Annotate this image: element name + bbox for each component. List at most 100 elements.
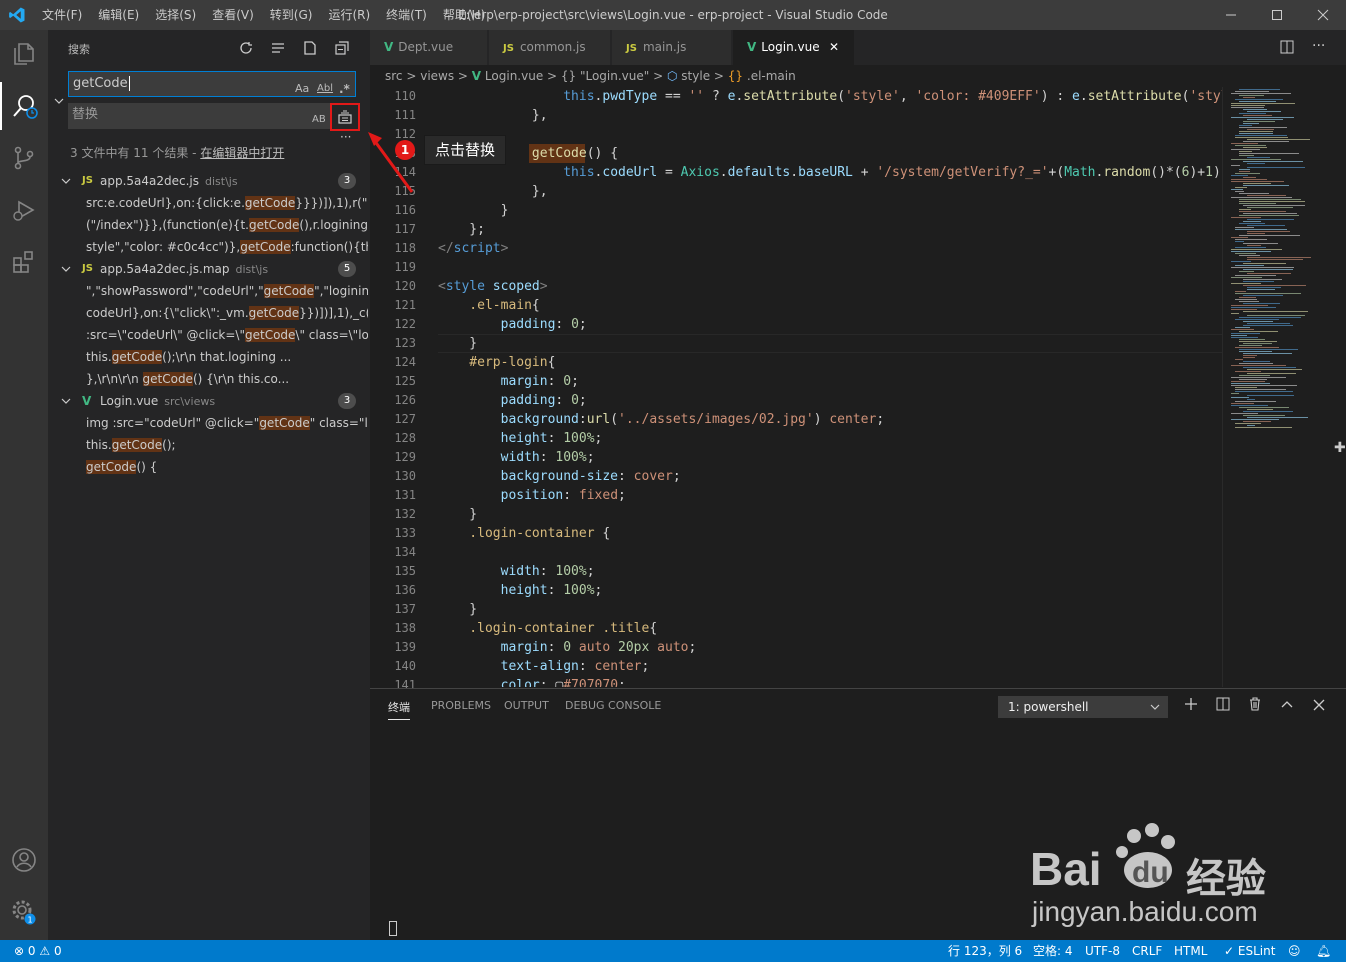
terminal-select[interactable]: 1: powershell bbox=[998, 696, 1168, 718]
match-line[interactable]: this.getCode();\r\n that.logining ... bbox=[86, 346, 368, 368]
breadcrumb-object[interactable]: {} "Login.vue" bbox=[561, 69, 649, 83]
match-line[interactable]: ("/index")}},(function(e){t.getCode(),r.… bbox=[86, 214, 368, 236]
match-line[interactable]: getCode() { bbox=[86, 456, 368, 478]
minimap-line bbox=[1235, 319, 1279, 320]
split-editor-icon[interactable] bbox=[1280, 40, 1294, 54]
result-file[interactable]: V Login.vue src\views 3 bbox=[48, 390, 370, 412]
minimap-line bbox=[1243, 269, 1293, 270]
minimap-line bbox=[1239, 199, 1301, 200]
account-icon[interactable] bbox=[0, 836, 48, 884]
more-options-icon[interactable]: ··· bbox=[340, 130, 351, 144]
settings-gear-icon[interactable]: 1 bbox=[0, 888, 48, 936]
maximize-panel-icon[interactable] bbox=[1280, 698, 1294, 710]
minimap[interactable] bbox=[1222, 87, 1346, 687]
search-input[interactable]: getCode Aa Abl .* bbox=[68, 71, 356, 97]
menu-view[interactable]: 查看(V) bbox=[204, 0, 262, 30]
menu-selection[interactable]: 选择(S) bbox=[147, 0, 204, 30]
panel-tab-terminal[interactable]: 终端 bbox=[388, 699, 410, 720]
close-tab-icon[interactable]: ✕ bbox=[829, 30, 839, 65]
code-editor[interactable]: this.pwdType == '' ? e.setAttribute('sty… bbox=[438, 87, 1222, 687]
menu-run[interactable]: 运行(R) bbox=[320, 0, 378, 30]
match-line[interactable]: ","showPassword","codeUrl","getCode","lo… bbox=[86, 280, 368, 302]
minimap-line bbox=[1247, 369, 1302, 370]
match-line[interactable]: :src=\"codeUrl\" @click=\"getCode\" clas… bbox=[86, 324, 368, 346]
menu-file[interactable]: 文件(F) bbox=[34, 0, 90, 30]
minimap-line bbox=[1243, 415, 1285, 416]
replace-input[interactable]: 替换 AB bbox=[68, 103, 330, 129]
tab-main-js[interactable]: JS main.js bbox=[612, 30, 732, 65]
baidu-watermark: Bai du 经验 jingyan.baidu.com bbox=[1030, 820, 1330, 940]
match-whole-word-icon[interactable]: Abl bbox=[317, 77, 333, 101]
replace-all-button[interactable] bbox=[330, 103, 360, 131]
check-icon: ✓ bbox=[1224, 944, 1235, 958]
breadcrumb-selector[interactable]: .el-main bbox=[747, 69, 796, 83]
problems-status[interactable]: ⊗ 0 ⚠ 0 bbox=[14, 940, 62, 962]
language-status[interactable]: HTML bbox=[1174, 940, 1207, 962]
explorer-icon[interactable] bbox=[0, 30, 48, 78]
minimap-line bbox=[1243, 367, 1296, 368]
indentation-status[interactable]: 空格: 4 bbox=[1033, 940, 1073, 962]
open-in-editor-link[interactable]: 在编辑器中打开 bbox=[200, 146, 284, 160]
tab-dept-vue[interactable]: V Dept.vue bbox=[370, 30, 488, 65]
result-file[interactable]: JS app.5a4a2dec.js dist\js 3 bbox=[48, 170, 370, 192]
eol-status[interactable]: CRLF bbox=[1132, 940, 1162, 962]
feedback-icon[interactable]: ☺ bbox=[1288, 940, 1301, 962]
panel-tab-output[interactable]: OUTPUT bbox=[504, 699, 549, 712]
chevron-down-icon bbox=[61, 398, 71, 404]
selector-icon: {} bbox=[727, 69, 744, 83]
notifications-bell-icon[interactable]: 🔔︎ bbox=[1316, 940, 1331, 962]
run-debug-icon[interactable] bbox=[0, 186, 48, 234]
extensions-icon[interactable] bbox=[0, 238, 48, 286]
more-actions-icon[interactable]: ··· bbox=[1312, 38, 1325, 54]
line-number: 128 bbox=[394, 431, 416, 445]
minimap-line bbox=[1243, 281, 1274, 282]
match-line[interactable]: src:e.codeUrl},on:{click:e.getCode}}})])… bbox=[86, 192, 368, 214]
collapse-all-icon[interactable] bbox=[332, 38, 352, 58]
code-line: padding: 0; bbox=[438, 393, 587, 408]
line-number: 132 bbox=[394, 507, 416, 521]
new-search-editor-icon[interactable] bbox=[300, 38, 320, 58]
match-line[interactable]: },\r\n\r\n getCode() {\r\n this.co... bbox=[86, 368, 368, 390]
maximize-button[interactable] bbox=[1254, 0, 1300, 30]
match-line[interactable]: style","color: #c0c4cc")},getCode:functi… bbox=[86, 236, 368, 258]
minimize-button[interactable] bbox=[1208, 0, 1254, 30]
breadcrumb-style[interactable]: style bbox=[681, 69, 710, 83]
preserve-case-icon[interactable]: AB bbox=[312, 108, 326, 132]
menu-go[interactable]: 转到(G) bbox=[262, 0, 321, 30]
close-panel-icon[interactable] bbox=[1313, 699, 1325, 711]
search-icon[interactable] bbox=[0, 82, 48, 130]
clear-results-icon[interactable] bbox=[268, 38, 288, 58]
tab-login-vue[interactable]: V Login.vue ✕ bbox=[733, 30, 855, 65]
eslint-status[interactable]: ✓ ESLint bbox=[1224, 940, 1275, 962]
minimap-line bbox=[1235, 239, 1267, 240]
match-line[interactable]: img :src="codeUrl" @click="getCode" clas… bbox=[86, 412, 368, 434]
breadcrumb-file[interactable]: Login.vue bbox=[485, 69, 543, 83]
minimap-line bbox=[1239, 151, 1252, 152]
menu-help[interactable]: 帮助(H) bbox=[435, 0, 493, 30]
minimap-line bbox=[1231, 249, 1282, 250]
trash-icon[interactable] bbox=[1248, 697, 1262, 711]
result-file[interactable]: JS app.5a4a2dec.js.map dist\js 5 bbox=[48, 258, 370, 280]
match-line[interactable]: this.getCode(); bbox=[86, 434, 368, 456]
use-regex-icon[interactable]: .* bbox=[339, 77, 350, 101]
close-window-button[interactable] bbox=[1300, 0, 1346, 30]
breadcrumb-src[interactable]: src bbox=[385, 69, 403, 83]
panel-tab-problems[interactable]: PROBLEMS bbox=[431, 699, 491, 712]
minimap-line bbox=[1231, 165, 1240, 166]
split-terminal-icon[interactable] bbox=[1216, 697, 1230, 711]
breadcrumb-views[interactable]: views bbox=[420, 69, 454, 83]
menu-terminal[interactable]: 终端(T) bbox=[378, 0, 435, 30]
new-terminal-icon[interactable] bbox=[1184, 697, 1198, 711]
encoding-status[interactable]: UTF-8 bbox=[1085, 940, 1120, 962]
tab-common-js[interactable]: JS common.js bbox=[489, 30, 611, 65]
match-case-icon[interactable]: Aa bbox=[295, 77, 309, 101]
toggle-replace-chevron-icon[interactable] bbox=[54, 96, 64, 106]
match-line[interactable]: codeUrl},on:{\"click\":_vm.getCode}})])]… bbox=[86, 302, 368, 324]
refresh-icon[interactable] bbox=[236, 38, 256, 58]
code-line: text-align: center; bbox=[438, 659, 650, 674]
source-control-icon[interactable] bbox=[0, 134, 48, 182]
panel-tab-debug-console[interactable]: DEBUG CONSOLE bbox=[565, 699, 661, 712]
line-number: 127 bbox=[394, 412, 416, 426]
menu-edit[interactable]: 编辑(E) bbox=[90, 0, 147, 30]
cursor-position[interactable]: 行 123，列 6 bbox=[948, 940, 1022, 962]
